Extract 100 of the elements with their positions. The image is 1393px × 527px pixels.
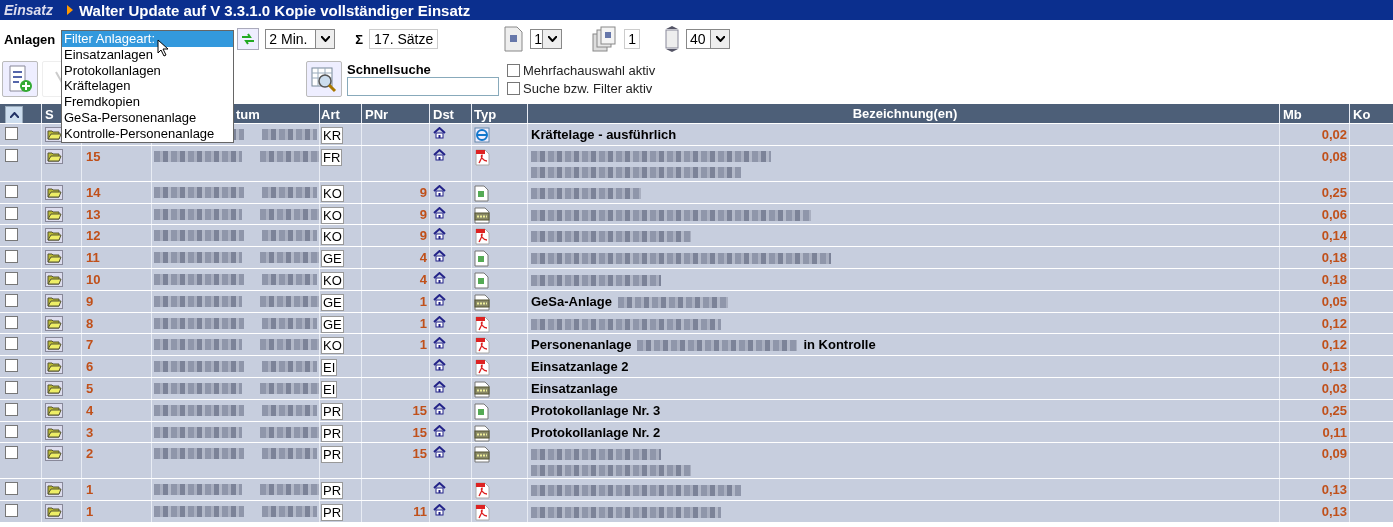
pdf-icon[interactable]: [474, 359, 490, 377]
row-checkbox[interactable]: [5, 148, 18, 162]
row-checkbox[interactable]: [5, 206, 18, 220]
page-size-select[interactable]: 40: [686, 29, 731, 49]
height-icon[interactable]: [664, 26, 681, 52]
folder-icon[interactable]: [45, 293, 63, 309]
type-code: KO: [321, 337, 344, 355]
person-number: 15: [412, 402, 427, 418]
attachment-number: 12: [86, 228, 101, 244]
attachment-title: Kräftelage - ausführlich: [531, 127, 677, 142]
attachment-number: 11: [86, 250, 100, 266]
image-file-icon[interactable]: [474, 446, 490, 464]
folder-icon[interactable]: [45, 250, 63, 266]
folder-icon[interactable]: [45, 402, 63, 418]
column-header[interactable]: PNr: [362, 104, 430, 123]
web-page-icon[interactable]: [474, 127, 490, 143]
row-checkbox[interactable]: [5, 380, 18, 394]
document-icon[interactable]: [474, 272, 489, 289]
pdf-icon[interactable]: [474, 228, 490, 246]
mouse-cursor-icon: [157, 39, 169, 57]
row-checkbox[interactable]: [5, 337, 18, 351]
checkbox[interactable]: [507, 81, 520, 95]
row-checkbox[interactable]: [5, 359, 18, 373]
document-icon[interactable]: [474, 402, 489, 420]
type-code: KO: [321, 228, 344, 246]
blurred-time: [260, 295, 319, 307]
folder-icon[interactable]: [45, 359, 63, 375]
column-header[interactable]: Typ: [472, 104, 528, 123]
house-icon: [433, 127, 446, 139]
row-checkbox[interactable]: [5, 184, 18, 198]
pages-icon[interactable]: [592, 26, 619, 52]
quick-search-label: Schnellsuche: [347, 62, 432, 77]
dropdown-option[interactable]: Kontrolle-Personenanlage: [62, 125, 233, 142]
pdf-icon[interactable]: [474, 504, 490, 522]
folder-icon[interactable]: [45, 482, 63, 498]
folder-icon[interactable]: [45, 228, 63, 244]
person-number: 9: [419, 206, 427, 222]
page-icon[interactable]: [502, 26, 525, 52]
type-code: EI: [321, 380, 338, 398]
attachment-title: Einsatzanlage: [531, 380, 618, 396]
blurred-time: [262, 274, 317, 285]
row-checkbox[interactable]: [5, 293, 18, 307]
folder-icon[interactable]: [45, 446, 63, 462]
row-checkbox[interactable]: [5, 504, 18, 518]
image-file-icon[interactable]: [474, 380, 490, 398]
pdf-icon[interactable]: [474, 148, 490, 166]
pdf-icon[interactable]: [474, 337, 490, 355]
page-select[interactable]: 1: [530, 29, 563, 49]
row-checkbox[interactable]: [5, 272, 18, 285]
pdf-icon[interactable]: [474, 315, 490, 333]
row-checkbox[interactable]: [5, 250, 18, 264]
dropdown-option[interactable]: Protokollanlagen: [62, 62, 233, 79]
person-number: 1: [419, 337, 427, 353]
image-file-icon[interactable]: [474, 424, 490, 442]
row-checkbox[interactable]: [5, 482, 18, 496]
folder-icon[interactable]: [45, 424, 63, 440]
column-header[interactable]: Art: [320, 104, 362, 123]
folder-icon[interactable]: [45, 206, 63, 222]
document-icon[interactable]: [474, 184, 489, 202]
column-header[interactable]: Bezeichnung(en): [528, 104, 1280, 123]
add-attachment-button[interactable]: [2, 61, 38, 97]
dropdown-option[interactable]: Kräftelagen: [62, 78, 233, 95]
document-icon[interactable]: [474, 250, 489, 268]
column-header[interactable]: Ko: [1350, 104, 1393, 123]
image-file-icon[interactable]: [474, 293, 490, 311]
option-checkbox[interactable]: Mehrfachauswahl aktiv: [507, 62, 656, 78]
option-checkbox[interactable]: Suche bzw. Filter aktiv: [507, 80, 656, 96]
row-checkbox[interactable]: [5, 127, 18, 140]
quick-search-field[interactable]: [347, 77, 499, 96]
column-header[interactable]: Mb: [1280, 104, 1350, 123]
folder-icon[interactable]: [45, 337, 63, 353]
folder-icon[interactable]: [45, 184, 63, 200]
attachment-title: Protokollanlage Nr. 2: [531, 424, 661, 440]
row-checkbox[interactable]: [5, 402, 18, 416]
folder-icon[interactable]: [45, 148, 63, 164]
attachment-number: 2: [86, 446, 94, 462]
folder-icon[interactable]: [45, 504, 63, 520]
folder-icon[interactable]: [45, 127, 63, 142]
house-icon: [433, 337, 446, 350]
refresh-icon[interactable]: [237, 28, 260, 50]
checkbox[interactable]: [507, 63, 520, 77]
row-checkbox[interactable]: [5, 228, 18, 242]
folder-icon[interactable]: [45, 315, 63, 331]
column-header[interactable]: Dst: [430, 104, 472, 123]
size-value: 0,03: [1321, 380, 1347, 396]
dropdown-option[interactable]: Einsatzanlagen: [62, 46, 233, 63]
folder-icon[interactable]: [45, 380, 63, 396]
pdf-icon[interactable]: [474, 482, 490, 500]
size-value: 0,14: [1321, 228, 1347, 244]
image-file-icon[interactable]: [474, 206, 490, 224]
house-icon: [433, 293, 446, 306]
row-checkbox[interactable]: [5, 446, 18, 460]
row-checkbox[interactable]: [5, 315, 18, 329]
folder-icon[interactable]: [45, 272, 63, 287]
sort-button[interactable]: [5, 105, 23, 123]
filter-dropdown[interactable]: Filter Anlageart: Einsatzanlagen Protokollanlagen Kräftelagen Fremdkopien GeSa-Personenanlage Kontrolle-Personenanlage: [61, 30, 234, 143]
quick-search-button[interactable]: [306, 61, 342, 97]
person-number: 11: [413, 504, 427, 520]
interval-select[interactable]: 2 Min.: [265, 29, 336, 49]
row-checkbox[interactable]: [5, 424, 18, 438]
